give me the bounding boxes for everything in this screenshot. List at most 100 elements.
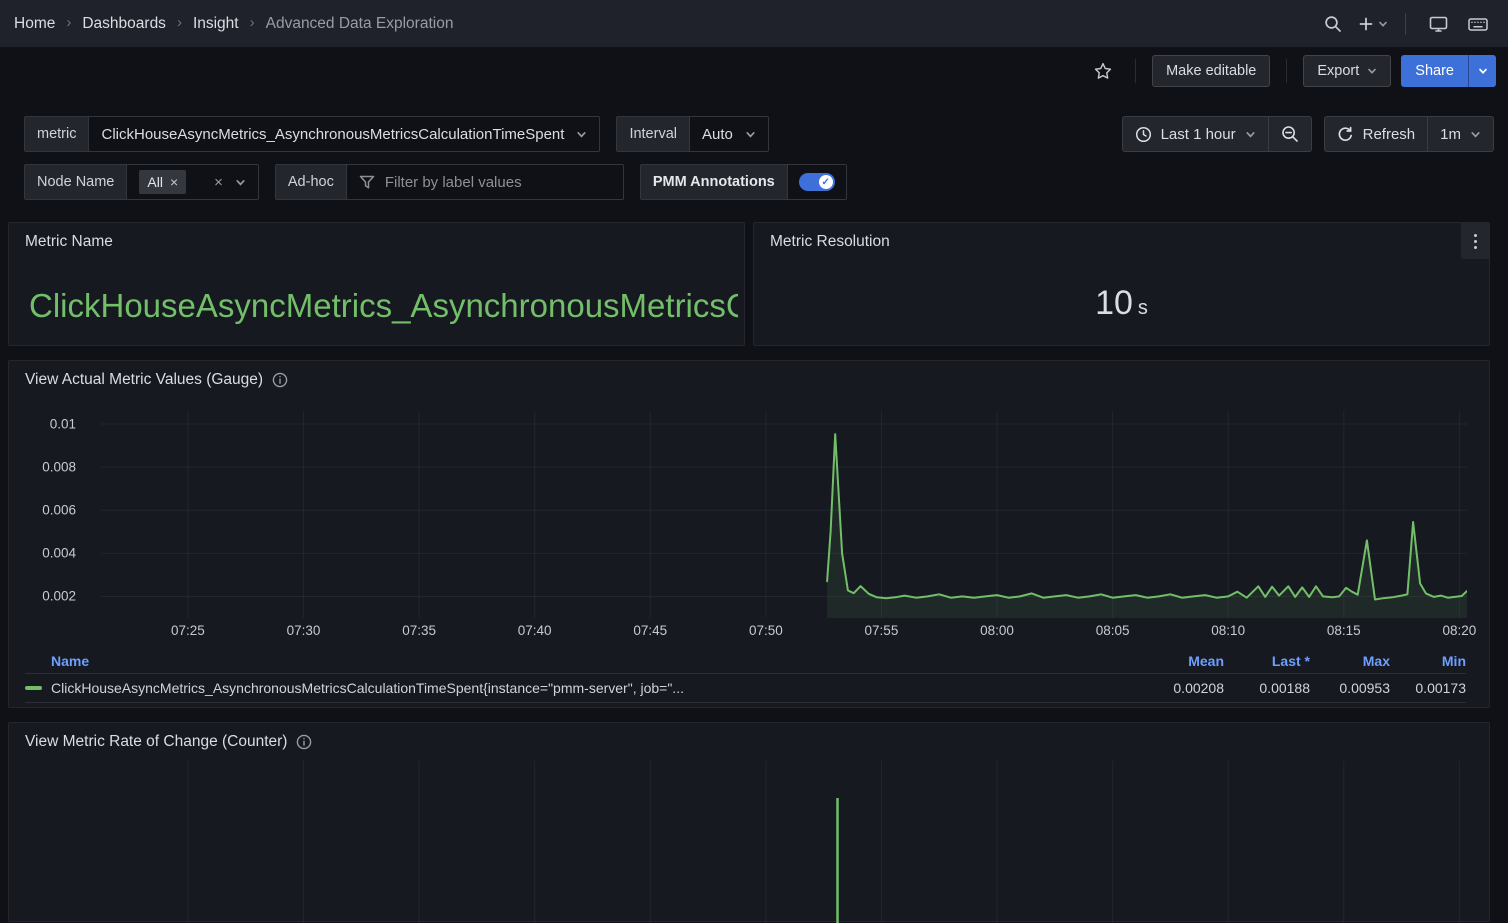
breadcrumb-separator-icon: › xyxy=(250,14,255,31)
metric-resolution-unit: s xyxy=(1138,297,1148,319)
chevron-down-icon xyxy=(576,129,587,140)
stats-panel-row: Metric Name ClickHouseAsyncMetrics_Async… xyxy=(8,222,1490,346)
time-range-label: Last 1 hour xyxy=(1161,126,1236,143)
variables-row: metric ClickHouseAsyncMetrics_Asynchrono… xyxy=(24,116,1494,152)
node-name-variable-control: Node Name All × × xyxy=(24,164,259,200)
breadcrumb: Home › Dashboards › Insight › Advanced D… xyxy=(14,15,453,33)
keyboard-icon xyxy=(1468,16,1488,32)
x-axis-tick-label: 07:35 xyxy=(402,623,436,638)
time-range-picker[interactable]: Last 1 hour xyxy=(1123,117,1268,151)
zoom-out-icon xyxy=(1281,125,1299,143)
dashboard-toolbar: Make editable Export Share xyxy=(0,48,1508,94)
remove-value-icon[interactable]: × xyxy=(170,174,178,190)
refresh-interval-select[interactable]: 1m xyxy=(1428,117,1493,151)
x-axis-tick-label: 07:45 xyxy=(633,623,667,638)
export-button[interactable]: Export xyxy=(1303,55,1391,87)
counter-chart-plot-area[interactable] xyxy=(101,761,1467,923)
counter-panel-title[interactable]: View Metric Rate of Change (Counter) xyxy=(25,733,312,751)
legend-header-name[interactable]: Name xyxy=(51,653,1140,669)
interval-variable-select[interactable]: Auto xyxy=(690,117,768,151)
node-name-selected-chip[interactable]: All × xyxy=(139,170,186,194)
legend-series-mean: 0.00208 xyxy=(1140,680,1224,696)
metric-variable-select[interactable]: ClickHouseAsyncMetrics_AsynchronousMetri… xyxy=(89,117,599,151)
legend-series-max: 0.00953 xyxy=(1310,680,1390,696)
metric-name-panel-title[interactable]: Metric Name xyxy=(25,233,113,251)
x-axis-tick-label: 08:05 xyxy=(1096,623,1130,638)
tv-mode-button[interactable] xyxy=(1422,8,1454,40)
legend-series-min: 0.00173 xyxy=(1390,680,1466,696)
adhoc-filter-input[interactable]: Filter by label values xyxy=(347,165,623,199)
legend-header-mean[interactable]: Mean xyxy=(1140,653,1224,669)
gauge-panel-title-text: View Actual Metric Values (Gauge) xyxy=(25,371,263,389)
gauge-legend-table: Name Mean Last * Max Min ClickHouseAsync… xyxy=(25,649,1466,703)
legend-series-name[interactable]: ClickHouseAsyncMetrics_AsynchronousMetri… xyxy=(51,680,1140,696)
share-menu-button[interactable] xyxy=(1468,55,1496,87)
refresh-label: Refresh xyxy=(1363,126,1416,143)
counter-chart-panel: View Metric Rate of Change (Counter) xyxy=(8,722,1490,922)
legend-series-last: 0.00188 xyxy=(1224,680,1310,696)
y-axis-tick-label: 0.01 xyxy=(50,416,76,431)
search-icon xyxy=(1324,15,1342,33)
info-icon[interactable] xyxy=(272,372,288,388)
x-axis-tick-label: 07:25 xyxy=(171,623,205,638)
refresh-button[interactable]: Refresh xyxy=(1325,117,1428,151)
info-icon[interactable] xyxy=(296,734,312,750)
star-icon xyxy=(1093,61,1113,81)
y-axis-tick-label: 0.008 xyxy=(42,460,76,475)
legend-header-last[interactable]: Last * xyxy=(1224,653,1310,669)
monitor-icon xyxy=(1429,15,1448,33)
filters-row: Node Name All × × Ad-hoc Filter by label… xyxy=(24,164,1494,200)
y-axis-tick-label: 0.004 xyxy=(42,546,76,561)
refresh-icon xyxy=(1337,126,1354,143)
x-axis-tick-label: 07:55 xyxy=(865,623,899,638)
breadcrumb-home[interactable]: Home xyxy=(14,15,55,33)
plus-icon xyxy=(1358,16,1374,32)
keyboard-shortcuts-button[interactable] xyxy=(1462,8,1494,40)
new-dashboard-button[interactable] xyxy=(1357,8,1389,40)
legend-header-min[interactable]: Min xyxy=(1390,653,1466,669)
export-button-label: Export xyxy=(1317,63,1359,79)
make-editable-button[interactable]: Make editable xyxy=(1152,55,1270,87)
favorite-button[interactable] xyxy=(1087,55,1119,87)
metric-name-panel: Metric Name ClickHouseAsyncMetrics_Async… xyxy=(8,222,745,346)
gauge-chart-plot-area[interactable] xyxy=(101,411,1467,618)
metric-resolution-panel: Metric Resolution 10s xyxy=(753,222,1490,346)
gauge-panel-title[interactable]: View Actual Metric Values (Gauge) xyxy=(25,371,288,389)
share-button-group: Share xyxy=(1401,55,1496,87)
filter-funnel-icon xyxy=(359,175,375,190)
refresh-group: Refresh 1m xyxy=(1324,116,1494,152)
pmm-annotations-control: PMM Annotations ✓ xyxy=(640,164,847,200)
breadcrumb-separator-icon: › xyxy=(177,14,182,31)
node-name-label: Node Name xyxy=(25,165,127,199)
chevron-down-icon xyxy=(745,129,756,140)
breadcrumb-current-page: Advanced Data Exploration xyxy=(266,15,454,33)
nav-divider xyxy=(1405,13,1406,35)
clear-all-icon[interactable]: × xyxy=(214,174,223,191)
metric-variable-control: metric ClickHouseAsyncMetrics_Asynchrono… xyxy=(24,116,600,152)
legend-header-max[interactable]: Max xyxy=(1310,653,1390,669)
adhoc-label: Ad-hoc xyxy=(276,165,347,199)
interval-variable-label: Interval xyxy=(617,117,690,151)
breadcrumb-separator-icon: › xyxy=(66,14,71,31)
x-axis-tick-label: 08:00 xyxy=(980,623,1014,638)
panel-menu-button[interactable] xyxy=(1461,223,1489,259)
top-nav-actions xyxy=(1317,8,1494,40)
chevron-down-icon xyxy=(235,177,246,188)
breadcrumb-dashboards[interactable]: Dashboards xyxy=(82,15,166,33)
interval-variable-control: Interval Auto xyxy=(616,116,768,152)
x-axis-tick-label: 08:10 xyxy=(1211,623,1245,638)
share-button[interactable]: Share xyxy=(1401,55,1468,87)
zoom-out-time-button[interactable] xyxy=(1269,117,1311,151)
refresh-interval-value: 1m xyxy=(1440,126,1461,143)
pmm-annotations-toggle-cell: ✓ xyxy=(787,165,846,199)
breadcrumb-insight[interactable]: Insight xyxy=(193,15,239,33)
search-button[interactable] xyxy=(1317,8,1349,40)
pmm-annotations-toggle[interactable]: ✓ xyxy=(799,173,835,191)
gauge-x-axis: 07:2507:3007:3507:4007:4507:5007:5508:00… xyxy=(101,623,1467,643)
clock-icon xyxy=(1135,126,1152,143)
toolbar-divider xyxy=(1135,59,1136,83)
node-name-select[interactable]: All × × xyxy=(127,165,258,199)
metric-resolution-panel-title[interactable]: Metric Resolution xyxy=(770,233,890,251)
x-axis-tick-label: 07:40 xyxy=(518,623,552,638)
x-axis-tick-label: 07:30 xyxy=(287,623,321,638)
